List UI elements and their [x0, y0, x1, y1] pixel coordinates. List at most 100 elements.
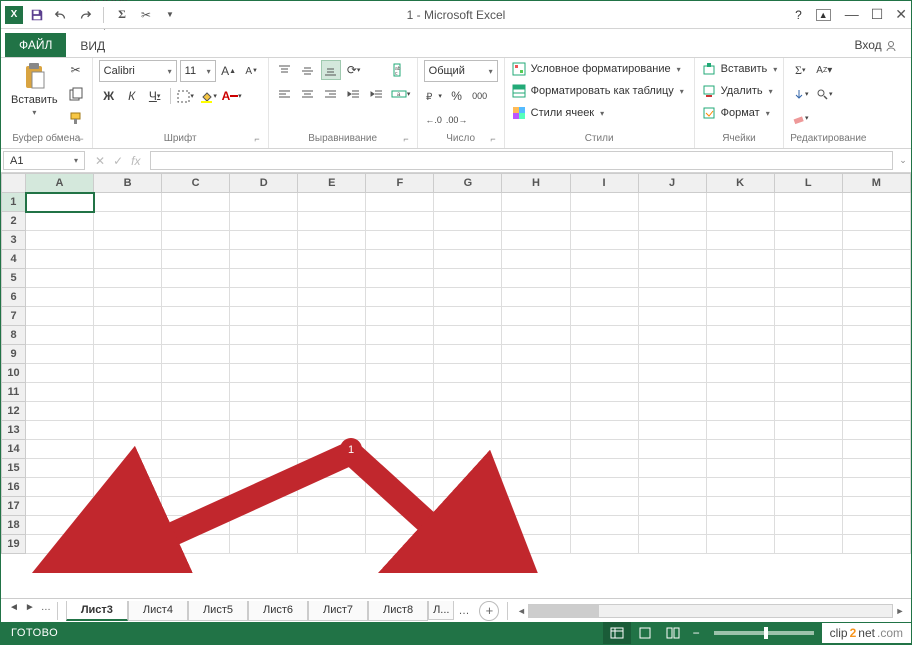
cell-I14[interactable]	[570, 440, 638, 459]
cell-H12[interactable]	[502, 402, 570, 421]
cell-D7[interactable]	[230, 307, 298, 326]
cell-A1[interactable]	[26, 193, 94, 212]
cell-L5[interactable]	[774, 269, 842, 288]
underline-button[interactable]: Ч ▾	[145, 86, 165, 106]
cell-E1[interactable]	[298, 193, 366, 212]
cell-J6[interactable]	[638, 288, 706, 307]
cell-F15[interactable]	[366, 459, 434, 478]
cell-M6[interactable]	[842, 288, 910, 307]
cell-G7[interactable]	[434, 307, 502, 326]
cell-G14[interactable]	[434, 440, 502, 459]
cell-B14[interactable]	[94, 440, 162, 459]
cell-L9[interactable]	[774, 345, 842, 364]
cell-J4[interactable]	[638, 250, 706, 269]
increase-decimal-button[interactable]: ←.0	[424, 110, 444, 130]
help-icon[interactable]: ?	[795, 8, 802, 22]
cell-B1[interactable]	[94, 193, 162, 212]
qat-dropdown-icon[interactable]: ▼	[162, 7, 178, 23]
sheet-tab-Лист8[interactable]: Лист8	[368, 601, 428, 621]
cell-J18[interactable]	[638, 516, 706, 535]
cell-F1[interactable]	[366, 193, 434, 212]
wrap-text-button[interactable]: abc	[391, 60, 411, 80]
cell-L16[interactable]	[774, 478, 842, 497]
cell-F10[interactable]	[366, 364, 434, 383]
font-name-selector[interactable]: Calibri▾	[99, 60, 177, 82]
sort-filter-button[interactable]: AZ▾	[814, 60, 834, 80]
number-format-selector[interactable]: Общий▾	[424, 60, 498, 82]
borders-button[interactable]: ▾	[176, 86, 196, 106]
cell-G9[interactable]	[434, 345, 502, 364]
sheet-tab-Лист4[interactable]: Лист4	[128, 601, 188, 621]
cell-G5[interactable]	[434, 269, 502, 288]
cell-E8[interactable]	[298, 326, 366, 345]
cell-H5[interactable]	[502, 269, 570, 288]
cell-H3[interactable]	[502, 231, 570, 250]
cell-E17[interactable]	[298, 497, 366, 516]
insert-function-icon[interactable]: fx	[131, 154, 140, 168]
zoom-out-button[interactable]: −	[687, 626, 706, 640]
row-header-5[interactable]: 5	[2, 269, 26, 288]
cell-J9[interactable]	[638, 345, 706, 364]
align-left-button[interactable]	[275, 84, 295, 104]
expand-formula-bar-icon[interactable]: ⌄	[895, 149, 911, 172]
cell-M3[interactable]	[842, 231, 910, 250]
cell-H13[interactable]	[502, 421, 570, 440]
col-header-E[interactable]: E	[298, 174, 366, 193]
cell-I19[interactable]	[570, 535, 638, 554]
cell-M19[interactable]	[842, 535, 910, 554]
cell-F17[interactable]	[366, 497, 434, 516]
maximize-button[interactable]: ☐	[871, 6, 884, 23]
minimize-button[interactable]: —	[845, 6, 859, 23]
cell-M13[interactable]	[842, 421, 910, 440]
cell-D8[interactable]	[230, 326, 298, 345]
cell-K4[interactable]	[706, 250, 774, 269]
cell-J1[interactable]	[638, 193, 706, 212]
ribbon-tab-вид[interactable]: ВИД	[66, 34, 228, 57]
cell-G19[interactable]	[434, 535, 502, 554]
cell-G4[interactable]	[434, 250, 502, 269]
cell-C18[interactable]	[162, 516, 230, 535]
row-header-2[interactable]: 2	[2, 212, 26, 231]
cell-M15[interactable]	[842, 459, 910, 478]
close-button[interactable]: ✕	[895, 6, 907, 23]
cell-D1[interactable]	[230, 193, 298, 212]
cell-M17[interactable]	[842, 497, 910, 516]
cell-K7[interactable]	[706, 307, 774, 326]
align-right-button[interactable]	[321, 84, 341, 104]
cell-B2[interactable]	[94, 212, 162, 231]
delete-cells-button[interactable]: Удалить▾	[701, 82, 778, 100]
cell-C13[interactable]	[162, 421, 230, 440]
cell-styles-button[interactable]: Стили ячеек▾	[511, 104, 688, 122]
orientation-button[interactable]: ⟳▾	[344, 60, 364, 80]
select-all-button[interactable]	[2, 174, 26, 193]
cell-M16[interactable]	[842, 478, 910, 497]
row-header-11[interactable]: 11	[2, 383, 26, 402]
undo-icon[interactable]	[53, 7, 69, 23]
cell-K18[interactable]	[706, 516, 774, 535]
cell-D12[interactable]	[230, 402, 298, 421]
cell-D13[interactable]	[230, 421, 298, 440]
cell-D15[interactable]	[230, 459, 298, 478]
cell-K19[interactable]	[706, 535, 774, 554]
cell-I9[interactable]	[570, 345, 638, 364]
cell-C16[interactable]	[162, 478, 230, 497]
cell-C7[interactable]	[162, 307, 230, 326]
cell-C15[interactable]	[162, 459, 230, 478]
cell-B10[interactable]	[94, 364, 162, 383]
cell-I17[interactable]	[570, 497, 638, 516]
format-painter-button[interactable]	[66, 108, 86, 128]
col-header-L[interactable]: L	[774, 174, 842, 193]
cell-J7[interactable]	[638, 307, 706, 326]
cell-H11[interactable]	[502, 383, 570, 402]
col-header-G[interactable]: G	[434, 174, 502, 193]
cell-C9[interactable]	[162, 345, 230, 364]
cell-J15[interactable]	[638, 459, 706, 478]
row-header-19[interactable]: 19	[2, 535, 26, 554]
cell-L19[interactable]	[774, 535, 842, 554]
cell-H14[interactable]	[502, 440, 570, 459]
cell-K17[interactable]	[706, 497, 774, 516]
number-launcher-icon[interactable]: ⌐	[490, 134, 495, 144]
cell-L14[interactable]	[774, 440, 842, 459]
cell-A2[interactable]	[26, 212, 94, 231]
autosum-icon[interactable]: Σ	[114, 7, 130, 23]
